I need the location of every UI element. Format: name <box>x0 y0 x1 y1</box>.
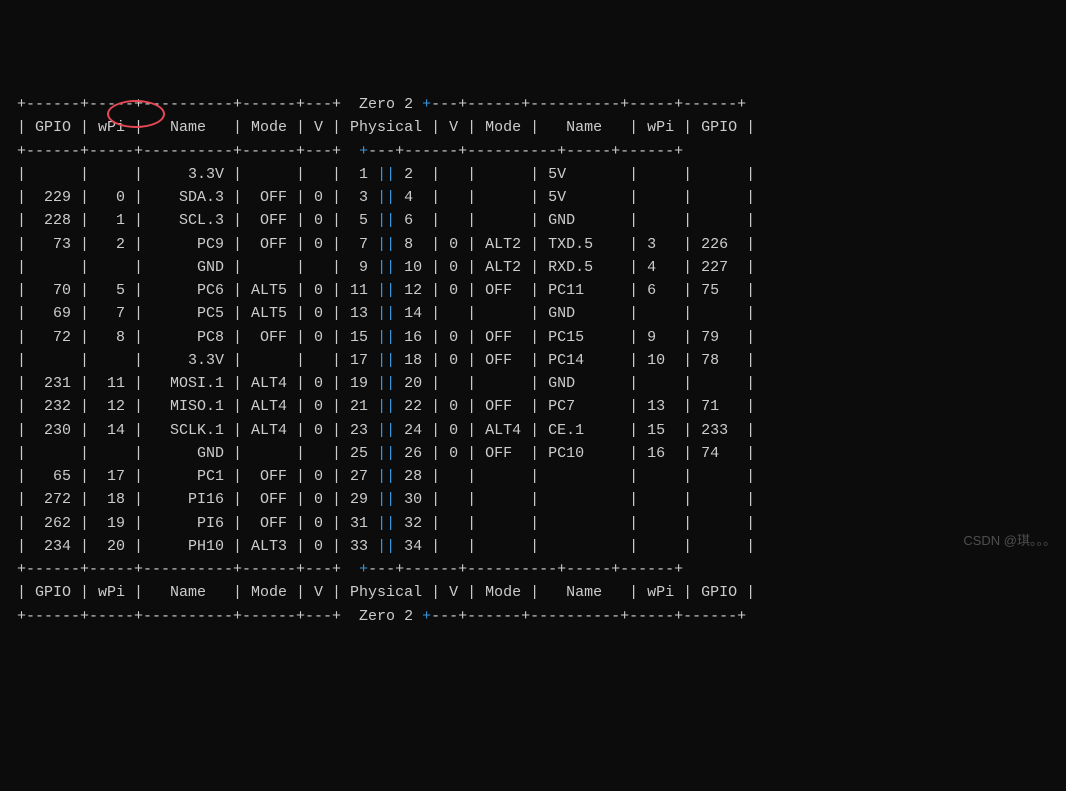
watermark: CSDN @琪。。。 <box>963 531 1056 551</box>
gpio-readall-output: +------+-----+----------+------+---+ Zer… <box>0 93 1066 628</box>
